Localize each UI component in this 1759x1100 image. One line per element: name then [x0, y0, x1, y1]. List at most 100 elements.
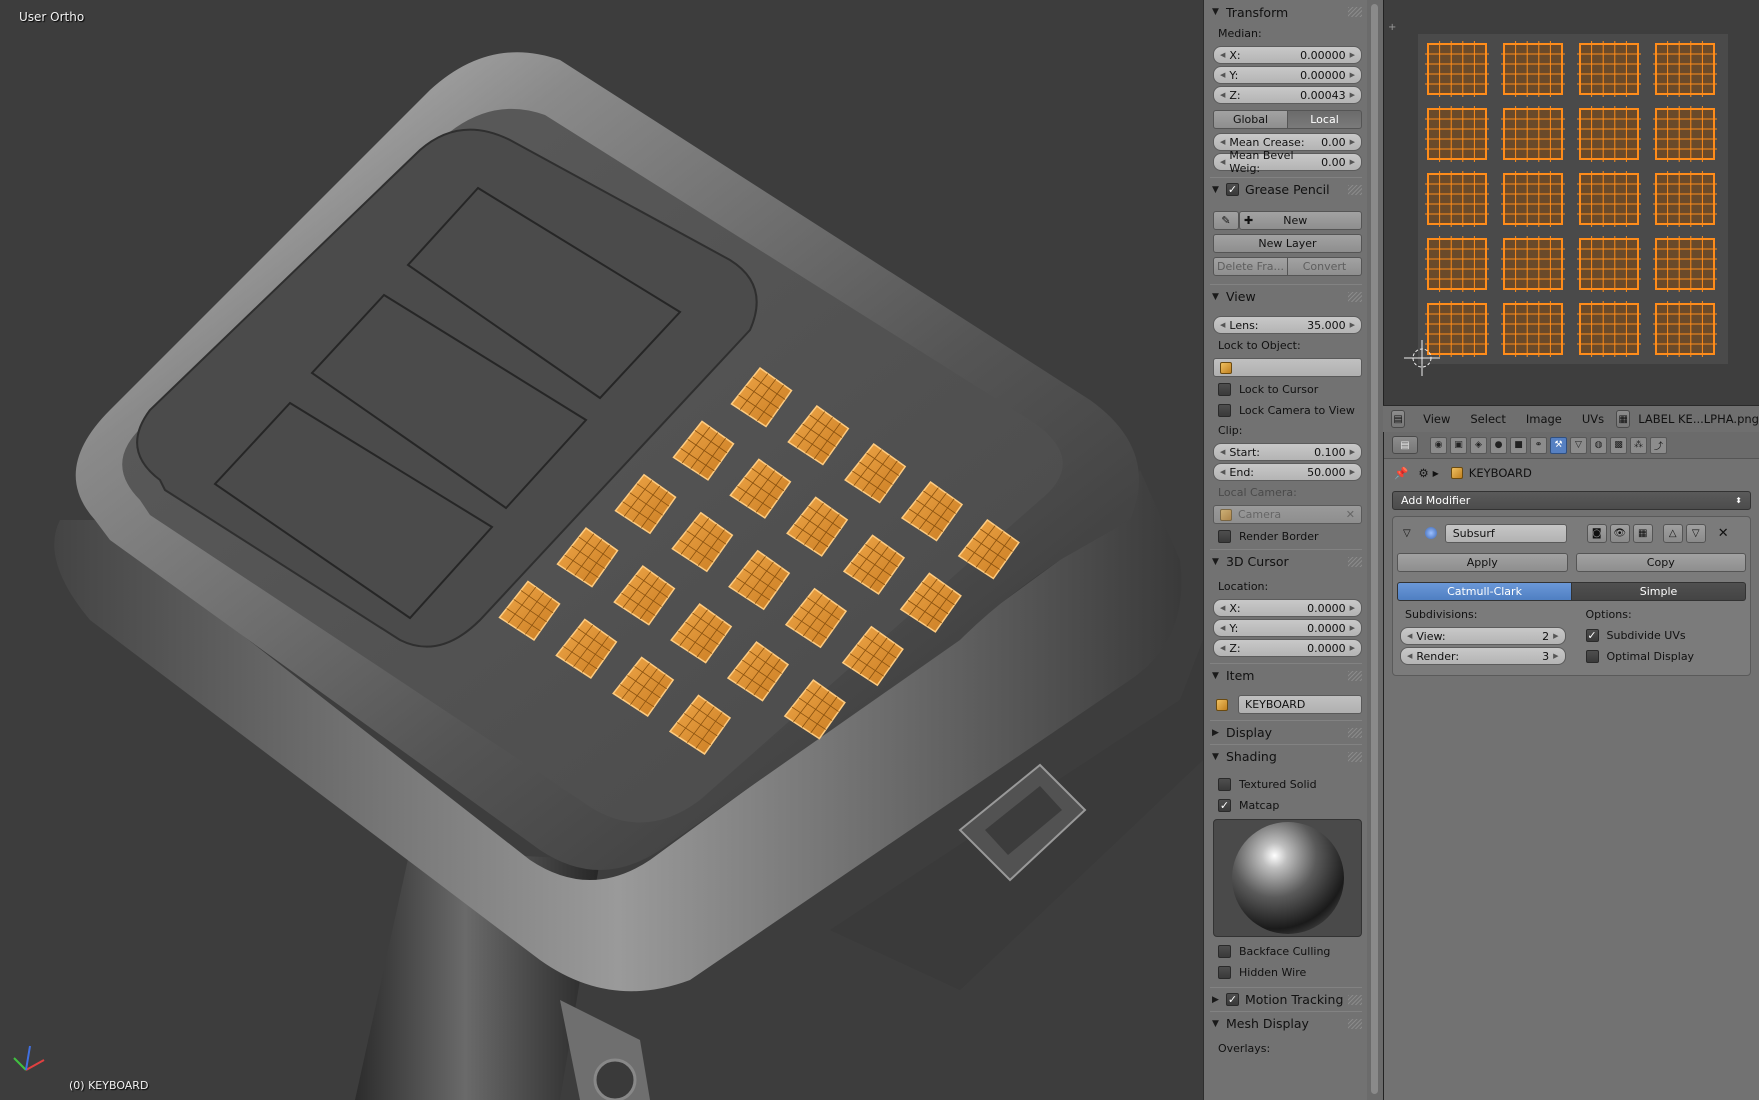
corner-plus-icon: + [1388, 22, 1396, 33]
median-x-field[interactable]: ◀ X: 0.00000 ▶ [1213, 46, 1362, 64]
subdiv-view-field[interactable]: ◀ View: 2 ▶ [1400, 627, 1566, 645]
constraints-tab-icon[interactable]: ⚭ [1530, 436, 1547, 454]
object-name-field[interactable]: KEYBOARD [1238, 695, 1362, 714]
left-arrow-icon: ◀ [1220, 448, 1226, 456]
material-tab-icon[interactable]: ◍ [1590, 436, 1607, 454]
physics-tab-icon[interactable]: ⤴ [1650, 436, 1667, 454]
data-tab-icon[interactable]: ▽ [1570, 436, 1587, 454]
global-button[interactable]: Global [1213, 110, 1288, 129]
lock-object-field[interactable] [1213, 358, 1362, 377]
optimal-display-checkbox[interactable]: Optimal Display [1578, 646, 1747, 667]
pencil-icon[interactable]: ✎ [1213, 211, 1239, 230]
uv-island [1503, 238, 1563, 290]
modifiers-wrench-tab-icon[interactable]: ⚒ [1550, 436, 1567, 454]
shading-header[interactable]: ▼ Shading [1210, 744, 1362, 768]
cursor-x-field[interactable]: ◀ X: 0.0000 ▶ [1213, 599, 1362, 617]
subdivide-uvs-checkbox[interactable]: ✓ Subdivide UVs [1578, 625, 1747, 646]
matcap-checkbox[interactable]: ✓ Matcap [1210, 795, 1362, 816]
editmode-icon[interactable]: ▦ [1632, 523, 1653, 543]
editor-type-icon[interactable]: ▤ [1391, 410, 1406, 428]
delete-frame-button[interactable]: Delete Fra... [1213, 257, 1288, 276]
modifier-collapse-icon[interactable]: ▽ [1403, 528, 1411, 539]
local-button[interactable]: Local [1288, 110, 1362, 129]
object-tab-icon[interactable]: ■ [1510, 436, 1527, 454]
median-label: Median: [1218, 27, 1262, 40]
properties-shelf-scrollbar[interactable] [1367, 0, 1383, 1100]
uv-image-editor[interactable]: + [1383, 0, 1759, 405]
move-up-icon[interactable]: △ [1662, 523, 1683, 543]
mean-bevel-field[interactable]: ◀ Mean Bevel Weig: 0.00 ▶ [1213, 149, 1362, 175]
drag-grip-icon[interactable] [1348, 556, 1362, 567]
simple-option[interactable]: Simple [1572, 582, 1746, 601]
move-down-icon[interactable]: ▽ [1685, 523, 1706, 543]
cursor-y-field[interactable]: ◀ Y: 0.0000 ▶ [1213, 619, 1362, 637]
copy-button[interactable]: Copy [1575, 553, 1746, 572]
median-y-field[interactable]: ◀ Y: 0.00000 ▶ [1213, 66, 1362, 84]
viewport-eye-icon[interactable]: 👁 [1609, 523, 1630, 543]
right-arrow-icon: ▶ [1349, 624, 1355, 632]
render-border-checkbox[interactable]: Render Border [1210, 526, 1362, 547]
render-tab-icon[interactable]: ◉ [1430, 436, 1447, 454]
convert-button[interactable]: Convert [1288, 257, 1362, 276]
add-modifier-dropdown[interactable]: Add Modifier ⬍ [1392, 491, 1751, 510]
image-browse-icon[interactable]: ▦ [1616, 410, 1631, 428]
grease-pencil-header[interactable]: ▼ ✓ Grease Pencil [1210, 177, 1362, 201]
clip-start-field[interactable]: ◀ Start: 0.100 ▶ [1213, 443, 1362, 461]
matcap-preview[interactable] [1213, 819, 1362, 937]
remove-modifier-icon[interactable]: ✕ [1718, 526, 1729, 541]
scrollbar-thumb[interactable] [1371, 4, 1378, 1094]
render-layers-tab-icon[interactable]: ▣ [1450, 436, 1467, 454]
median-z-field[interactable]: ◀ Z: 0.00043 ▶ [1213, 86, 1362, 104]
grease-pencil-checkbox[interactable]: ✓ [1226, 183, 1239, 196]
mesh-display-header[interactable]: ▼ Mesh Display [1210, 1011, 1362, 1035]
drag-grip-icon[interactable] [1348, 994, 1362, 1005]
scene-tab-icon[interactable]: ◈ [1470, 436, 1487, 454]
drag-grip-icon[interactable] [1348, 751, 1362, 762]
drag-grip-icon[interactable] [1348, 7, 1362, 17]
mesh-display-title: Mesh Display [1226, 1016, 1309, 1031]
lock-to-cursor-checkbox[interactable]: Lock to Cursor [1210, 379, 1362, 400]
textured-solid-checkbox[interactable]: Textured Solid [1210, 774, 1362, 795]
clip-end-field[interactable]: ◀ End: 50.000 ▶ [1213, 463, 1362, 481]
new-layer-button[interactable]: New Layer [1213, 234, 1362, 253]
view-header[interactable]: ▼ View [1210, 284, 1362, 308]
cursor-header[interactable]: ▼ 3D Cursor [1210, 549, 1362, 573]
pin-icon[interactable]: 📌 [1394, 466, 1408, 480]
motion-tracking-header[interactable]: ▶ ✓ Motion Tracking [1210, 987, 1362, 1011]
catmull-clark-option[interactable]: Catmull-Clark [1397, 582, 1572, 601]
drag-grip-icon[interactable] [1348, 184, 1362, 195]
hidden-wire-checkbox[interactable]: Hidden Wire [1210, 962, 1362, 983]
menu-image[interactable]: Image [1526, 412, 1562, 426]
apply-button[interactable]: Apply [1397, 553, 1568, 572]
clear-x-icon[interactable]: ✕ [1346, 508, 1355, 521]
image-name-field[interactable]: LABEL KE...LPHA.png [1638, 412, 1759, 426]
menu-uvs[interactable]: UVs [1582, 412, 1604, 426]
texture-tab-icon[interactable]: ▩ [1610, 436, 1627, 454]
lock-camera-checkbox[interactable]: Lock Camera to View [1210, 400, 1362, 421]
transform-header[interactable]: ▼ Transform [1210, 0, 1362, 24]
motion-tracking-checkbox[interactable]: ✓ [1226, 993, 1239, 1006]
modifier-name-field[interactable]: Subsurf [1444, 523, 1567, 543]
subdiv-render-field[interactable]: ◀ Render: 3 ▶ [1400, 647, 1566, 665]
checkbox-icon [1218, 530, 1231, 543]
lens-field[interactable]: ◀ Lens: 35.000 ▶ [1213, 316, 1362, 334]
item-header[interactable]: ▼ Item [1210, 663, 1362, 687]
cursor-z-field[interactable]: ◀ Z: 0.0000 ▶ [1213, 639, 1362, 657]
new-grease-button[interactable]: ✚ New [1239, 211, 1362, 230]
local-camera-field[interactable]: Camera ✕ [1213, 505, 1362, 524]
editor-type-icon[interactable]: ▤ [1392, 436, 1418, 454]
right-arrow-icon: ▶ [1553, 652, 1559, 660]
3d-viewport[interactable]: User Ortho (0) KEYBOARD [0, 0, 1203, 1100]
drag-grip-icon[interactable] [1348, 670, 1362, 681]
plus-icon: ✚ [1244, 214, 1254, 227]
backface-culling-checkbox[interactable]: Backface Culling [1210, 941, 1362, 962]
drag-grip-icon[interactable] [1348, 727, 1362, 738]
particles-tab-icon[interactable]: ⁂ [1630, 436, 1647, 454]
menu-view[interactable]: View [1423, 412, 1450, 426]
display-header[interactable]: ▶ Display [1210, 720, 1362, 744]
drag-grip-icon[interactable] [1348, 291, 1362, 302]
menu-select[interactable]: Select [1470, 412, 1505, 426]
drag-grip-icon[interactable] [1348, 1018, 1362, 1029]
world-tab-icon[interactable]: ● [1490, 436, 1507, 454]
render-camera-icon[interactable]: ◙ [1586, 523, 1607, 543]
